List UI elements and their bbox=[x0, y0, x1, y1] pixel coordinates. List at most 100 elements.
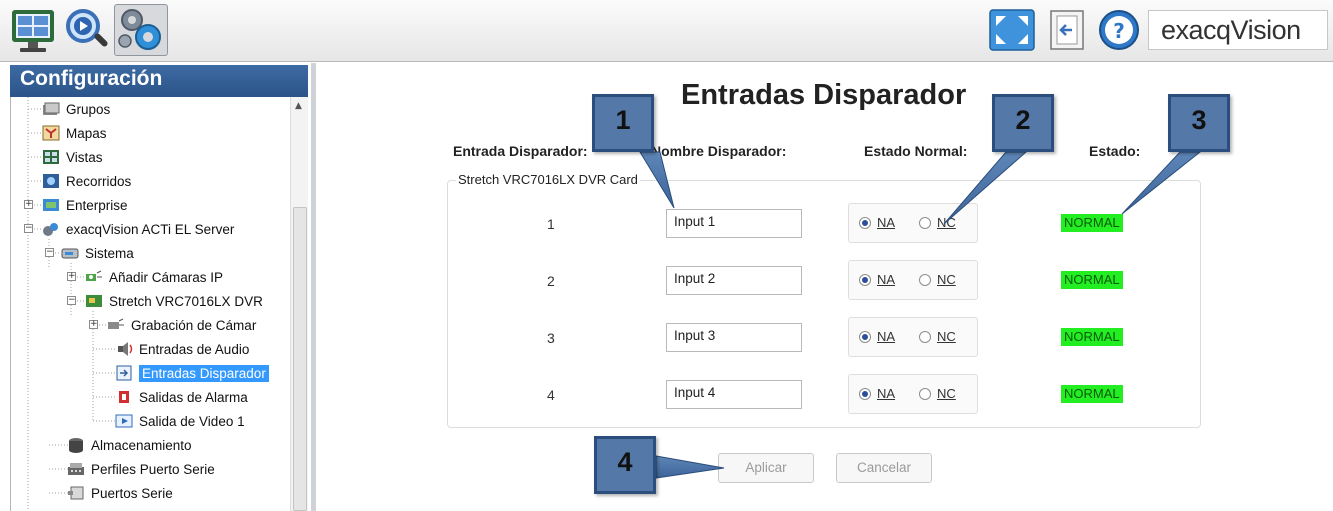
status-badge: NORMAL bbox=[1061, 271, 1123, 289]
trigger-inputs-panel: Entradas Disparador Entrada Disparador: … bbox=[321, 63, 1333, 511]
enterprise-icon bbox=[42, 197, 60, 213]
normal-state-group: NA NC bbox=[848, 374, 978, 414]
logout-button[interactable] bbox=[1048, 8, 1086, 52]
tree-item-sistema[interactable]: Sistema bbox=[61, 241, 134, 265]
exacqvision-logo: exacqVision bbox=[1148, 10, 1328, 50]
tree-item-label: Entradas de Audio bbox=[139, 341, 250, 357]
tree-item-label: Grabación de Cámar bbox=[131, 317, 257, 333]
fullscreen-button[interactable] bbox=[988, 8, 1036, 52]
group-label: Stretch VRC7016LX DVR Card bbox=[456, 172, 640, 187]
status-badge: NORMAL bbox=[1061, 328, 1123, 346]
tree-item-label: Vistas bbox=[66, 149, 103, 165]
expand-recording-toggle[interactable]: + bbox=[89, 320, 98, 329]
radio-nc-label: NC bbox=[937, 386, 956, 401]
radio-nc-label: NC bbox=[937, 329, 956, 344]
tree-item-grupos[interactable]: Grupos bbox=[42, 97, 110, 121]
recording-icon bbox=[107, 317, 125, 333]
row-number: 1 bbox=[547, 216, 555, 232]
radio-na-label: NA bbox=[877, 329, 896, 344]
expand-dvr-toggle[interactable]: − bbox=[67, 296, 76, 305]
scroll-up-arrow-icon[interactable]: ▲ bbox=[295, 101, 302, 111]
tree-item-label: Mapas bbox=[66, 125, 107, 141]
tree-item-label: Almacenamiento bbox=[91, 437, 192, 453]
trigger-name-input[interactable]: Input 1 bbox=[666, 209, 802, 238]
tree-item-label: Entradas Disparador bbox=[139, 364, 269, 382]
expand-server-toggle[interactable]: − bbox=[24, 224, 33, 233]
scrollbar-thumb[interactable] bbox=[293, 207, 307, 511]
logo-text: exacqVision bbox=[1161, 15, 1301, 45]
tree-item-dvr-card[interactable]: Stretch VRC7016LX DVR bbox=[85, 289, 263, 313]
tree-item-trigger-inputs[interactable]: Entradas Disparador bbox=[115, 361, 269, 385]
tree-item-label: Puertos Serie bbox=[91, 485, 173, 501]
fullscreen-icon bbox=[989, 9, 1035, 51]
radio-na[interactable] bbox=[859, 331, 871, 343]
map-icon bbox=[42, 125, 60, 141]
tree-item-serial-ports[interactable]: Puertos Serie bbox=[67, 481, 173, 505]
column-header-normal-state: Estado Normal: bbox=[864, 143, 968, 159]
row-number: 3 bbox=[547, 330, 555, 346]
expand-sistema-toggle[interactable]: − bbox=[45, 248, 54, 257]
normal-state-group: NA NC bbox=[848, 203, 978, 243]
apply-button[interactable]: Aplicar bbox=[718, 453, 814, 483]
config-title: Configuración bbox=[20, 67, 163, 90]
main-toolbar: ? exacqVision bbox=[0, 0, 1333, 62]
serial-profile-icon bbox=[67, 461, 85, 477]
ip-camera-icon bbox=[85, 269, 103, 285]
tree-item-label: Sistema bbox=[85, 245, 134, 261]
tree-item-storage[interactable]: Almacenamiento bbox=[67, 433, 192, 457]
radio-nc[interactable] bbox=[919, 331, 931, 343]
cancel-button[interactable]: Cancelar bbox=[836, 453, 932, 483]
column-header-name: Nombre Disparador: bbox=[651, 143, 787, 159]
tree-item-server[interactable]: exacqVision ACTi EL Server bbox=[42, 217, 234, 241]
tree-scrollbar[interactable]: ▲ bbox=[290, 97, 308, 511]
tree-item-audio-inputs[interactable]: Entradas de Audio bbox=[115, 337, 249, 361]
expand-enterprise-toggle[interactable]: + bbox=[24, 200, 33, 209]
tree-item-camera-recording[interactable]: Grabación de Cámar bbox=[107, 313, 256, 337]
tree-item-label: Grupos bbox=[66, 101, 111, 117]
search-button[interactable] bbox=[62, 4, 112, 56]
tours-icon bbox=[42, 173, 60, 189]
tree-item-recorridos[interactable]: Recorridos bbox=[42, 169, 131, 193]
configuration-button[interactable] bbox=[114, 4, 168, 56]
tree-item-video-output[interactable]: Salida de Video 1 bbox=[115, 409, 245, 433]
radio-na-label: NA bbox=[877, 215, 896, 230]
tree-item-add-ip-cameras[interactable]: Añadir Cámaras IP bbox=[85, 265, 223, 289]
radio-na-label: NA bbox=[877, 272, 896, 287]
radio-na[interactable] bbox=[859, 217, 871, 229]
monitor-icon bbox=[12, 10, 54, 52]
help-button[interactable]: ? bbox=[1096, 8, 1142, 52]
live-view-button[interactable] bbox=[8, 4, 58, 56]
alarm-icon bbox=[115, 389, 133, 405]
status-badge: NORMAL bbox=[1061, 385, 1123, 403]
views-icon bbox=[42, 149, 60, 165]
radio-nc[interactable] bbox=[919, 274, 931, 286]
expand-ip-cameras-toggle[interactable]: + bbox=[67, 272, 76, 281]
groups-icon bbox=[42, 101, 60, 117]
tree-item-serial-profiles[interactable]: Perfiles Puerto Serie bbox=[67, 457, 215, 481]
tree-item-label: Enterprise bbox=[66, 197, 128, 213]
radio-nc[interactable] bbox=[919, 388, 931, 400]
radio-nc-label: NC bbox=[937, 272, 956, 287]
tree-item-mapas[interactable]: Mapas bbox=[42, 121, 107, 145]
audio-icon bbox=[115, 341, 133, 357]
radio-na[interactable] bbox=[859, 274, 871, 286]
dvr-card-icon bbox=[85, 293, 103, 309]
video-output-icon bbox=[115, 413, 133, 429]
trigger-name-input[interactable]: Input 4 bbox=[666, 380, 802, 409]
tree-item-alarm-outputs[interactable]: Salidas de Alarma bbox=[115, 385, 248, 409]
tree-item-vistas[interactable]: Vistas bbox=[42, 145, 103, 169]
trigger-name-input[interactable]: Input 3 bbox=[666, 323, 802, 352]
radio-nc[interactable] bbox=[919, 217, 931, 229]
trigger-name-input[interactable]: Input 2 bbox=[666, 266, 802, 295]
tree-item-label: Salida de Video 1 bbox=[139, 413, 245, 429]
svg-text:?: ? bbox=[1113, 19, 1125, 43]
radio-na[interactable] bbox=[859, 388, 871, 400]
system-icon bbox=[61, 245, 79, 261]
tree-item-label: Salidas de Alarma bbox=[139, 389, 248, 405]
tree-item-enterprise[interactable]: Enterprise bbox=[42, 193, 128, 217]
tree-item-label: Stretch VRC7016LX DVR bbox=[109, 293, 263, 309]
serial-port-icon bbox=[67, 485, 85, 501]
logout-icon bbox=[1050, 10, 1084, 50]
config-header: Configuración bbox=[10, 65, 308, 97]
tree-item-label: Perfiles Puerto Serie bbox=[91, 461, 215, 477]
